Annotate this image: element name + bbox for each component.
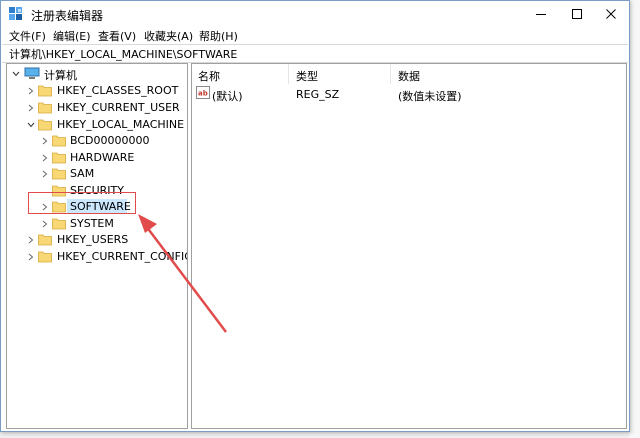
tree-item-hkey-users[interactable]: HKEY_USERS: [7, 232, 187, 248]
tree-item-label: HKEY_CURRENT_USER: [57, 101, 180, 114]
chevron-right-icon[interactable]: [40, 135, 50, 147]
folder-icon: [38, 234, 52, 246]
tree-item-label: SYSTEM: [70, 217, 114, 230]
minimize-icon: [536, 14, 546, 15]
annotation-highlight-box: [28, 192, 136, 214]
registry-editor-app-icon: [9, 7, 22, 20]
menu-favorites[interactable]: 收藏夹(A): [144, 28, 193, 44]
value-type: REG_SZ: [296, 88, 340, 101]
menu-view[interactable]: 查看(V): [98, 28, 136, 44]
minimize-button[interactable]: [523, 1, 559, 27]
tree-item-label: HKEY_CURRENT_CONFIG: [57, 250, 188, 263]
tree-item-hkey-current-config[interactable]: HKEY_CURRENT_CONFIG: [7, 249, 187, 265]
folder-icon: [52, 135, 66, 147]
maximize-icon: [572, 9, 582, 19]
chevron-right-icon[interactable]: [40, 218, 50, 230]
tree-item-system[interactable]: SYSTEM: [7, 216, 187, 232]
tree-item-hardware[interactable]: HARDWARE: [7, 150, 187, 166]
title-bar[interactable]: 注册表编辑器: [1, 1, 629, 27]
tree-item-label: 计算机: [44, 69, 77, 82]
folder-icon: [38, 85, 52, 97]
chevron-down-icon[interactable]: [26, 119, 36, 131]
chevron-right-icon[interactable]: [26, 102, 36, 114]
chevron-right-icon[interactable]: [40, 168, 50, 180]
chevron-down-icon[interactable]: [11, 68, 21, 80]
window-title: 注册表编辑器: [31, 9, 104, 23]
tree-item-computer[interactable]: 计算机: [7, 66, 187, 82]
folder-icon: [38, 102, 52, 114]
tree-item-sam[interactable]: SAM: [7, 166, 187, 182]
menu-help[interactable]: 帮助(H): [199, 28, 238, 44]
chevron-right-icon[interactable]: [26, 234, 36, 246]
string-value-icon: ab: [196, 86, 210, 99]
tree-item-label: HKEY_LOCAL_MACHINE: [57, 118, 185, 131]
values-list-pane[interactable]: 名称 类型 数据 ab (默认) REG_SZ (数值未设置): [191, 63, 627, 429]
value-name: (默认): [212, 90, 243, 103]
address-path[interactable]: 计算机\HKEY_LOCAL_MACHINE\SOFTWARE: [9, 46, 237, 62]
tree-item-bcd00000000[interactable]: BCD00000000: [7, 133, 187, 149]
tree-item-label: HKEY_CLASSES_ROOT: [57, 84, 179, 97]
folder-icon: [52, 152, 66, 164]
registry-editor-window: 注册表编辑器 文件(F) 编辑(E) 查看(V) 收藏夹(A) 帮助(H) 计算…: [0, 0, 630, 432]
tree-item-label: HKEY_USERS: [57, 233, 129, 246]
folder-icon: [52, 168, 66, 180]
menu-bar: 文件(F) 编辑(E) 查看(V) 收藏夹(A) 帮助(H): [1, 27, 629, 45]
value-data: (数值未设置): [398, 90, 462, 103]
menu-edit[interactable]: 编辑(E): [53, 28, 91, 44]
close-icon: [606, 9, 616, 19]
folder-open-icon: [38, 119, 52, 131]
tree-item-hkey-classes-root[interactable]: HKEY_CLASSES_ROOT: [7, 83, 187, 99]
menu-file[interactable]: 文件(F): [9, 28, 46, 44]
close-button[interactable]: [593, 1, 629, 27]
table-row[interactable]: ab (默认) REG_SZ (数值未设置): [192, 64, 626, 104]
tree-item-label: HARDWARE: [70, 151, 135, 164]
tree-item-label: BCD00000000: [70, 134, 150, 147]
background-page-edge: [629, 0, 640, 438]
address-bar[interactable]: 计算机\HKEY_LOCAL_MACHINE\SOFTWARE: [2, 44, 628, 63]
svg-text:ab: ab: [198, 90, 208, 98]
chevron-right-icon[interactable]: [26, 85, 36, 97]
key-tree-pane[interactable]: 计算机 HKEY_CLASSES_ROOT HKEY_CURRENT_USER: [6, 63, 188, 429]
folder-icon: [52, 218, 66, 230]
computer-icon: [24, 67, 40, 79]
maximize-button[interactable]: [559, 1, 595, 27]
tree-item-label: SAM: [70, 167, 95, 180]
folder-icon: [38, 251, 52, 263]
chevron-right-icon[interactable]: [40, 152, 50, 164]
tree-item-hkey-local-machine[interactable]: HKEY_LOCAL_MACHINE: [7, 117, 187, 133]
chevron-right-icon[interactable]: [26, 251, 36, 263]
tree-item-hkey-current-user[interactable]: HKEY_CURRENT_USER: [7, 100, 187, 116]
